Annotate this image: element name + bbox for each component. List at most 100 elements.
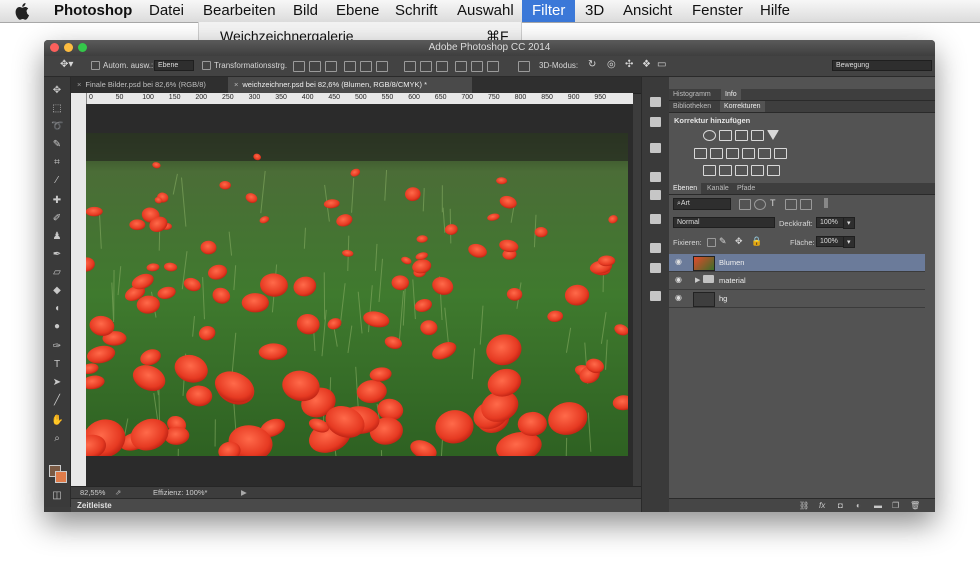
menu-bearbeiten[interactable]: Bearbeiten bbox=[203, 2, 276, 20]
move-tool-preset-icon[interactable]: ✥▾ bbox=[60, 59, 73, 70]
lock-image-icon[interactable]: ✎ bbox=[719, 236, 727, 247]
color-lookup-icon[interactable] bbox=[774, 148, 787, 159]
distribute-bottom-icon[interactable] bbox=[436, 61, 448, 72]
workspace-dropdown[interactable]: Bewegung bbox=[832, 60, 932, 71]
filter-toggle-icon[interactable] bbox=[824, 198, 828, 208]
new-group-icon[interactable]: ▬ bbox=[874, 501, 882, 510]
background-color-swatch[interactable] bbox=[55, 471, 67, 483]
lasso-tool-icon[interactable]: ➰ bbox=[51, 121, 63, 132]
menu-app-name[interactable]: Photoshop bbox=[54, 2, 132, 20]
align-vcenter-icon[interactable] bbox=[309, 61, 321, 72]
brightness-contrast-icon[interactable] bbox=[703, 130, 716, 141]
visibility-eye-icon[interactable]: ◉ bbox=[675, 294, 684, 302]
tab-close-icon[interactable]: × bbox=[77, 80, 81, 89]
tab-korrekturen[interactable]: Korrekturen bbox=[720, 101, 765, 112]
timeline-tab[interactable]: Zeitleiste bbox=[77, 501, 112, 510]
brush-tool-icon[interactable]: ✐ bbox=[51, 213, 63, 224]
eraser-tool-icon[interactable]: ▱ bbox=[51, 267, 63, 278]
threshold-icon[interactable] bbox=[735, 165, 748, 176]
new-adjustment-layer-icon[interactable]: ◐ bbox=[856, 501, 861, 510]
distribute-left-icon[interactable] bbox=[455, 61, 467, 72]
invert-icon[interactable] bbox=[703, 165, 716, 176]
gradient-map-icon[interactable] bbox=[767, 165, 780, 176]
tab-ebenen[interactable]: Ebenen bbox=[669, 183, 702, 194]
new-layer-icon[interactable]: ❐ bbox=[892, 501, 899, 510]
healing-brush-tool-icon[interactable]: ✚ bbox=[51, 195, 63, 206]
menu-hilfe[interactable]: Hilfe bbox=[760, 2, 790, 20]
3d-pan-icon[interactable]: ✣ bbox=[625, 59, 633, 70]
filter-pixel-icon[interactable] bbox=[739, 199, 751, 210]
exposure-icon[interactable] bbox=[751, 130, 764, 141]
align-left-icon[interactable] bbox=[344, 61, 356, 72]
layer-kind-filter[interactable]: ⌕Art bbox=[673, 198, 731, 210]
clone-stamp-tool-icon[interactable]: ♟ bbox=[51, 231, 63, 242]
menu-ebene[interactable]: Ebene bbox=[336, 2, 379, 20]
actions-panel-icon[interactable] bbox=[650, 117, 661, 127]
tab-info[interactable]: Info bbox=[721, 89, 741, 100]
move-tool-icon[interactable]: ✥ bbox=[51, 85, 63, 96]
3d-scale-icon[interactable]: ▭ bbox=[657, 59, 666, 70]
path-selection-tool-icon[interactable]: ➤ bbox=[51, 377, 63, 388]
tab-pfade[interactable]: Pfade bbox=[733, 183, 759, 194]
tab-finale-bilder[interactable]: × Finale Bilder.psd bei 82,6% (RGB/8) bbox=[71, 77, 229, 93]
hue-saturation-icon[interactable] bbox=[694, 148, 707, 159]
layer-row[interactable]: ◉ Blumen bbox=[669, 254, 925, 272]
3d-panel-icon[interactable] bbox=[650, 291, 661, 301]
apple-icon[interactable] bbox=[14, 1, 32, 21]
clone-source-icon[interactable] bbox=[650, 214, 661, 224]
eyedropper-tool-icon[interactable]: ⁄ bbox=[51, 175, 63, 186]
photo-filter-icon[interactable] bbox=[742, 148, 755, 159]
auto-select-dropdown[interactable]: Ebene bbox=[154, 60, 194, 71]
line-tool-icon[interactable]: ╱ bbox=[51, 395, 63, 406]
align-hcenter-icon[interactable] bbox=[360, 61, 372, 72]
opacity-input[interactable]: 100% bbox=[816, 217, 844, 228]
expand-group-icon[interactable]: ▶ bbox=[695, 276, 700, 284]
quick-mask-icon[interactable]: ◫ bbox=[51, 490, 63, 501]
menu-filter[interactable]: Filter bbox=[522, 0, 576, 22]
type-tool-icon[interactable]: T bbox=[51, 359, 63, 370]
3d-slide-icon[interactable]: ❖ bbox=[642, 59, 651, 70]
add-mask-icon[interactable]: ◘ bbox=[838, 501, 843, 510]
menu-datei[interactable]: Datei bbox=[149, 2, 184, 20]
visibility-eye-icon[interactable]: ◉ bbox=[675, 258, 684, 266]
tab-histogramm[interactable]: Histogramm bbox=[669, 89, 715, 100]
menu-bild[interactable]: Bild bbox=[293, 2, 318, 20]
layer-row[interactable]: ◉ hg bbox=[669, 290, 925, 308]
lock-transparency-icon[interactable] bbox=[707, 238, 716, 247]
levels-icon[interactable] bbox=[719, 130, 732, 141]
brush-panel-icon[interactable] bbox=[650, 172, 661, 182]
dodge-tool-icon[interactable]: ● bbox=[51, 321, 63, 332]
zoom-level[interactable]: 82,55% bbox=[80, 488, 105, 497]
blur-tool-icon[interactable]: ◖ bbox=[51, 303, 63, 314]
visibility-eye-icon[interactable]: ◉ bbox=[675, 276, 684, 284]
properties-panel-icon[interactable] bbox=[650, 143, 661, 153]
filter-adjustment-icon[interactable] bbox=[754, 199, 766, 210]
3d-roll-icon[interactable]: ◎ bbox=[607, 59, 616, 70]
pen-tool-icon[interactable]: ✑ bbox=[51, 341, 63, 352]
tab-weichzeichner[interactable]: × weichzeichner.psd bei 82,6% (Blumen, RG… bbox=[228, 77, 472, 93]
transform-controls-checkbox[interactable] bbox=[202, 61, 211, 70]
black-white-icon[interactable] bbox=[726, 148, 739, 159]
brush-presets-icon[interactable] bbox=[650, 190, 661, 200]
distribute-right-icon[interactable] bbox=[487, 61, 499, 72]
tab-close-icon[interactable]: × bbox=[234, 80, 238, 89]
link-layers-icon[interactable]: ⛓ bbox=[799, 501, 809, 510]
paragraph-panel-icon[interactable] bbox=[650, 263, 661, 273]
lock-all-icon[interactable]: 🔒 bbox=[751, 236, 762, 247]
fill-input[interactable]: 100% bbox=[816, 236, 844, 247]
menu-3d[interactable]: 3D bbox=[585, 2, 604, 20]
posterize-icon[interactable] bbox=[719, 165, 732, 176]
distribute-vcenter-icon[interactable] bbox=[420, 61, 432, 72]
fx-icon[interactable]: fx bbox=[819, 501, 825, 510]
curves-icon[interactable] bbox=[735, 130, 748, 141]
tab-kanaele[interactable]: Kanäle bbox=[703, 183, 733, 194]
distribute-top-icon[interactable] bbox=[404, 61, 416, 72]
menu-auswahl[interactable]: Auswahl bbox=[457, 2, 514, 20]
menu-schrift[interactable]: Schrift bbox=[395, 2, 438, 20]
fill-stepper[interactable]: ▾ bbox=[843, 236, 855, 248]
filter-type-icon[interactable]: T bbox=[770, 198, 776, 208]
blend-mode-dropdown[interactable]: Normal bbox=[673, 217, 775, 228]
color-balance-icon[interactable] bbox=[710, 148, 723, 159]
delete-layer-icon[interactable]: 🗑 bbox=[910, 501, 920, 510]
menu-ansicht[interactable]: Ansicht bbox=[623, 2, 672, 20]
